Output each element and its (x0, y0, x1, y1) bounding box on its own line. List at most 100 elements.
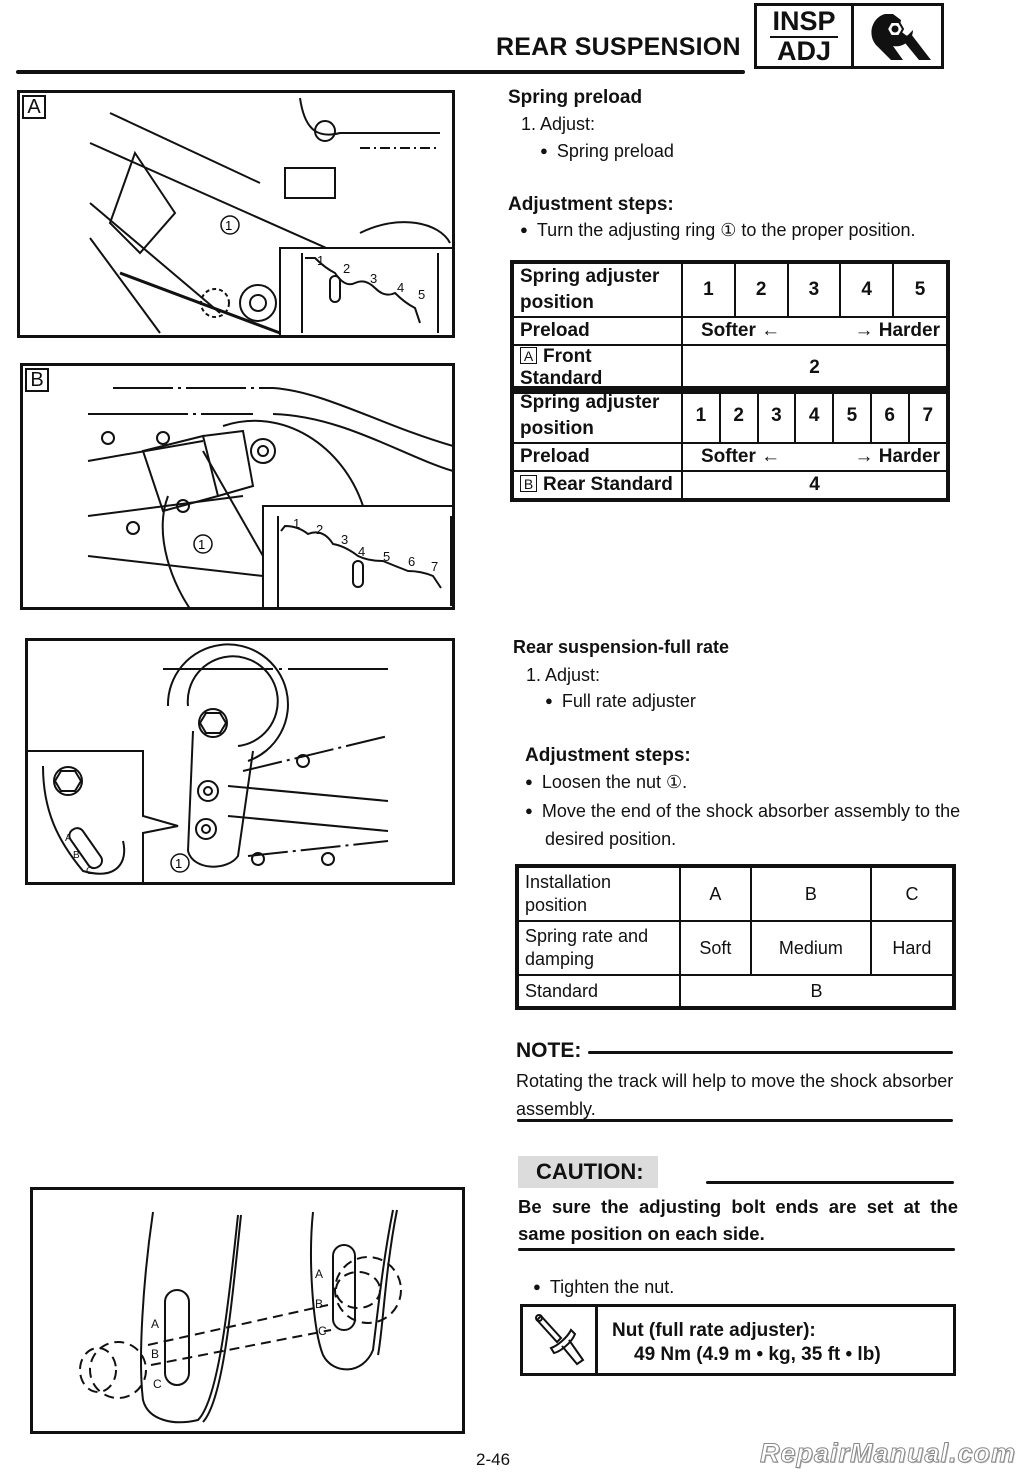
slot-label: B (151, 1347, 159, 1361)
rear-standard-label: Rear Standard (543, 474, 673, 495)
rear-preload-table: Spring adjuster position 1 2 3 4 5 6 7 P… (510, 386, 950, 502)
torque-spec-box: Nut (full rate adjuster): 49 Nm (4.9 m •… (520, 1304, 956, 1376)
harder-label: → Harder (854, 446, 940, 467)
preload-range: Softer ← → Harder (681, 316, 949, 346)
note-rule-top (588, 1051, 953, 1054)
wrench-nut-icon (854, 6, 941, 66)
rate-cell: Soft (679, 920, 752, 976)
callout-1: 1 (175, 856, 182, 871)
scale-mark: 5 (418, 287, 425, 302)
softer-label: Softer ← (701, 446, 781, 467)
figure-b-drawing: 1 2 3 4 5 6 7 1 (87, 387, 452, 607)
position-cell: 2 (718, 387, 759, 444)
figure-a-drawing: 1 2 3 4 5 1 (89, 97, 452, 335)
figure-c-full-rate-adjuster: A B C 1 (25, 638, 455, 885)
position-cell: 3 (786, 261, 842, 318)
scale-mark: 4 (358, 544, 365, 559)
table-row: A Front Standard 2 (511, 344, 949, 393)
figure-d-adjusting-bolt-slots: A B C A B C (30, 1187, 465, 1434)
torque-part: Nut (full rate adjuster): (612, 1320, 816, 1341)
slot-label: C (86, 866, 93, 877)
section-tag-box: INSP ADJ (754, 3, 944, 69)
rate-cell: Hard (869, 920, 956, 976)
full-rate-step-item: Move the end of the shock absorber assem… (525, 798, 965, 853)
note-rule-bottom (517, 1119, 953, 1122)
caution-rule-top (706, 1181, 954, 1184)
preload-range: Softer ← → Harder (681, 442, 949, 472)
table-row: Spring rate and damping Soft Medium Hard (516, 920, 956, 976)
figure-c-drawing: A B C 1 (28, 643, 389, 882)
row-label: Installation position (516, 865, 681, 922)
figure-a-front-adjuster: 1 2 3 4 5 1 A (17, 90, 455, 338)
position-cell: 1 (681, 261, 736, 318)
rear-standard-value: 4 (681, 470, 949, 501)
spring-preload-step-item: Turn the adjusting ring ① to the proper … (520, 220, 916, 241)
tag-adj: ADJ (776, 35, 831, 66)
scale-mark: 7 (431, 559, 438, 574)
callout-1: 1 (225, 218, 232, 233)
position-cell: 5 (892, 261, 949, 318)
slot-label: B (315, 1297, 323, 1311)
figure-label-a: A (22, 95, 46, 119)
position-cell: 1 (681, 387, 721, 444)
tag-insp: INSP (770, 5, 838, 38)
position-cell: 3 (756, 387, 797, 444)
position-cell: 2 (733, 261, 789, 318)
harder-label: → Harder (854, 320, 940, 341)
table-row: Preload Softer ← → Harder (511, 316, 949, 346)
spring-preload-steps-heading: Adjustment steps: (508, 194, 674, 215)
figure-b-rear-adjuster: 1 2 3 4 5 6 7 1 B (20, 363, 455, 610)
note-label: NOTE: (516, 1039, 582, 1062)
figure-label-b: B (25, 368, 49, 392)
row-label: Spring adjuster position (511, 387, 683, 444)
full-rate-item: Full rate adjuster (545, 691, 696, 712)
softer-label: Softer ← (701, 320, 781, 341)
position-cell: 7 (907, 387, 949, 444)
row-label: Preload (511, 442, 683, 472)
row-label: A Front Standard (511, 344, 683, 393)
position-cell: 4 (839, 261, 895, 318)
tighten-step: Tighten the nut. (533, 1277, 674, 1298)
table-row: Spring adjuster position 1 2 3 4 5 6 7 (511, 387, 949, 444)
rate-cell: Medium (749, 920, 872, 976)
table-row: Installation position A B C (516, 865, 956, 922)
callout-1: 1 (198, 537, 205, 552)
front-preload-table: Spring adjuster position 1 2 3 4 5 Prelo… (510, 260, 950, 394)
table-row: B Rear Standard 4 (511, 470, 949, 501)
table-row: Standard B (516, 974, 955, 1009)
torque-wrench-icon (523, 1307, 598, 1373)
full-rate-step: 1. Adjust: (526, 665, 601, 685)
position-cell: C (869, 865, 956, 922)
position-cell: 4 (794, 387, 834, 444)
position-cell: 6 (869, 387, 910, 444)
standard-value: B (679, 974, 955, 1009)
table-row: Spring adjuster position 1 2 3 4 5 (511, 261, 949, 318)
note-text: Rotating the track will help to move the… (516, 1071, 954, 1119)
tag-b: B (520, 475, 537, 492)
row-label: Spring adjuster position (511, 261, 683, 318)
scale-mark: 4 (397, 280, 404, 295)
torque-text: Nut (full rate adjuster): 49 Nm (4.9 m •… (598, 1307, 881, 1373)
scale-mark: 3 (341, 532, 348, 547)
page-number: 2-46 (476, 1450, 511, 1469)
slot-label: C (318, 1324, 327, 1338)
slot-label: A (315, 1267, 323, 1281)
scale-mark: 1 (293, 516, 300, 531)
full-rate-table: Installation position A B C Spring rate … (515, 864, 956, 1010)
full-rate-heading: Rear suspension-full rate (513, 637, 730, 657)
header-rule (16, 70, 745, 74)
tag-a: A (520, 347, 537, 364)
table-row: Preload Softer ← → Harder (511, 442, 949, 472)
slot-label: A (65, 833, 72, 844)
watermark: RepairManual.com (759, 1438, 1017, 1469)
position-cell: B (749, 865, 872, 922)
full-rate-steps-heading: Adjustment steps: (525, 745, 691, 766)
spring-preload-step: 1. Adjust: (521, 114, 596, 134)
slot-label: B (73, 850, 80, 861)
figure-d-drawing: A B C A B C (79, 1209, 402, 1424)
row-label: B Rear Standard (511, 470, 683, 501)
caution-text: Be sure the adjusting bolt ends are set … (518, 1196, 958, 1244)
scale-mark: 5 (383, 549, 390, 564)
section-tag: INSP ADJ (757, 6, 854, 66)
section-title: REAR SUSPENSION (496, 33, 741, 61)
